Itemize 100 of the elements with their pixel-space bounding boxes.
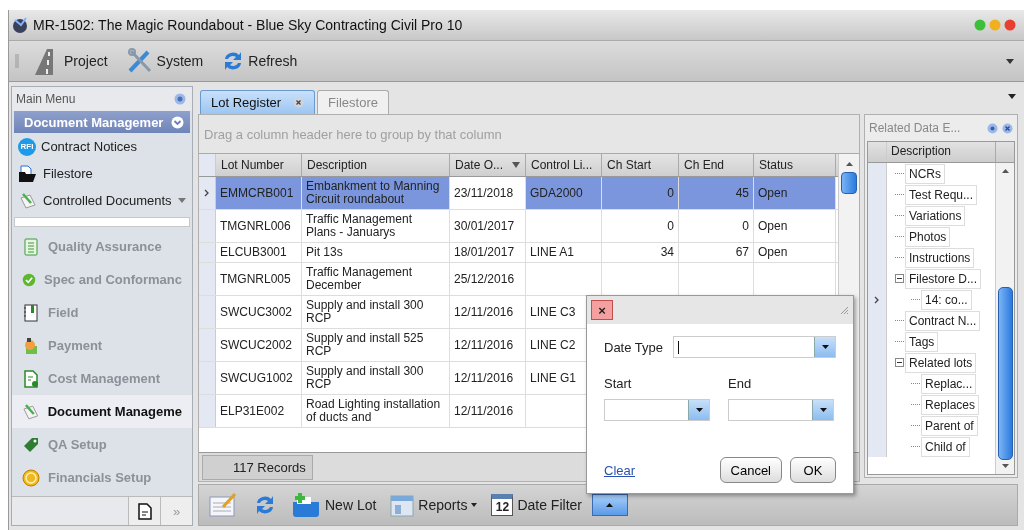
row-indicator[interactable] <box>199 329 216 361</box>
tree-item[interactable]: Tags <box>905 331 939 352</box>
row-indicator[interactable] <box>199 296 216 328</box>
tree-item[interactable]: Contract N... <box>905 310 981 331</box>
pin-icon[interactable] <box>987 122 998 134</box>
table-cell: Open <box>754 177 836 209</box>
column-header[interactable]: Description <box>302 154 450 176</box>
row-indicator[interactable] <box>199 395 216 427</box>
table-cell: 0 <box>602 210 679 242</box>
tree-item[interactable]: Replac... <box>921 373 977 394</box>
resize-grip-icon[interactable] <box>839 305 849 315</box>
dialog-button[interactable]: OK <box>790 457 836 483</box>
row-indicator[interactable] <box>199 362 216 394</box>
scroll-thumb[interactable] <box>841 172 857 194</box>
tools-icon <box>125 47 154 75</box>
table-cell: 30/01/2017 <box>450 210 526 242</box>
table-row[interactable]: EMMCRB001 Embankment to Manning Circuit roundabout 23/11/2018 GDA2000 0 45 Open <box>199 177 838 210</box>
filter-toggle-button[interactable] <box>591 494 628 516</box>
column-header[interactable]: Status <box>754 154 836 176</box>
pin-icon[interactable] <box>174 93 186 105</box>
column-header[interactable]: Lot Number <box>216 154 302 176</box>
tree-item[interactable]: Parent of <box>921 415 978 436</box>
table-cell: Open <box>754 210 836 242</box>
toolbar-button[interactable]: Project <box>25 46 114 76</box>
row-indicator[interactable] <box>199 243 216 262</box>
close-icon[interactable] <box>1002 122 1013 134</box>
table-row[interactable]: TMGNRL006 Traffic Management Plans - Januarys 30/01/2017 0 0 Open <box>199 210 838 243</box>
scrollbar[interactable] <box>995 163 1014 474</box>
record-count: 117 Records <box>202 454 313 480</box>
current-row-icon <box>874 295 880 304</box>
collapse-icon[interactable] <box>895 358 904 367</box>
tree-item[interactable]: NCRs <box>905 163 945 184</box>
navigation-item[interactable]: Document Manageme <box>12 395 192 428</box>
tree-item[interactable]: Instructions <box>905 247 975 268</box>
table-cell: Traffic Management December <box>302 263 450 295</box>
tree-item[interactable]: Related lots <box>905 352 977 373</box>
scroll-up-icon[interactable] <box>1001 169 1009 173</box>
tree-item[interactable]: Filestore D... <box>905 268 981 289</box>
toolbar-button[interactable]: System <box>119 47 210 75</box>
dialog-button[interactable]: Cancel <box>719 457 782 483</box>
column-header[interactable]: Ch Start <box>602 154 679 176</box>
splitter-handle[interactable] <box>14 217 190 227</box>
tab-list-caret-icon[interactable] <box>1008 94 1016 99</box>
toolbar-button[interactable]: 12 Date Filter <box>487 494 586 516</box>
column-header[interactable]: Date O... <box>450 154 526 176</box>
caret-down-icon[interactable] <box>819 408 827 412</box>
scroll-thumb[interactable] <box>997 287 1013 460</box>
toolbar-button[interactable]: New Lot <box>287 492 381 518</box>
row-indicator[interactable] <box>868 436 887 457</box>
close-icon[interactable] <box>293 97 305 108</box>
table-cell: 34 <box>602 243 679 262</box>
table-cell: ELP31E002 <box>216 395 302 427</box>
table-cell: Traffic Management Plans - Januarys <box>302 210 450 242</box>
column-header[interactable]: Ch End <box>679 154 754 176</box>
scroll-down-icon[interactable] <box>1001 464 1009 468</box>
group-panel-hint: Drag a column header here to group by that column <box>204 126 502 142</box>
tree-item[interactable]: 14: co... <box>921 289 972 310</box>
dollar-document-icon <box>22 369 40 388</box>
pencil-document-icon <box>22 402 40 421</box>
toolbar-button[interactable]: Reports <box>386 493 482 517</box>
row-indicator[interactable] <box>199 177 216 209</box>
caret-down-icon[interactable] <box>695 408 703 412</box>
tree-item[interactable]: Test Requ... <box>905 184 978 205</box>
table-cell: 0 <box>679 210 754 242</box>
tree-item[interactable]: Child of <box>921 436 970 457</box>
document-button[interactable] <box>128 497 160 525</box>
report-window-icon <box>390 493 415 517</box>
maximize-button[interactable] <box>974 19 986 31</box>
field-label: Start <box>604 376 633 391</box>
tab[interactable]: Lot Register <box>200 90 316 114</box>
tree-item[interactable]: Variations <box>905 205 966 226</box>
menu-item[interactable]: Filestore <box>12 160 192 187</box>
coin-icon <box>22 468 40 487</box>
clear-link[interactable]: Clear <box>604 462 636 478</box>
tag-icon <box>22 435 40 454</box>
rfi-badge-icon: RFI <box>18 137 36 156</box>
toolbar-button[interactable]: Refresh <box>215 49 304 73</box>
row-indicator[interactable] <box>199 263 216 295</box>
caret-down-icon[interactable] <box>821 345 829 349</box>
menu-item[interactable]: Controlled Documents <box>12 187 192 214</box>
edit-form-icon <box>209 492 239 518</box>
table-cell: 12/11/2016 <box>450 296 526 328</box>
table-row[interactable]: ELCUB3001 Pit 13s 18/01/2017 LINE A1 34 67 Open <box>199 243 838 263</box>
column-header[interactable]: Control Li... <box>526 154 602 176</box>
minimize-button[interactable] <box>989 19 1001 31</box>
table-cell: TMGNRL005 <box>216 263 302 295</box>
row-indicator[interactable] <box>868 163 887 184</box>
start-date-dropdown[interactable] <box>604 399 710 421</box>
tree-item[interactable]: Replaces <box>921 394 980 415</box>
column-header[interactable]: Description <box>887 142 996 162</box>
calendar-icon: 12 <box>491 494 514 516</box>
toolbar-menu-caret-icon[interactable] <box>1006 58 1014 64</box>
table-cell: 25/12/2016 <box>450 263 526 295</box>
menu-item[interactable]: RFI Contract Notices <box>12 133 192 160</box>
close-button[interactable] <box>1004 19 1016 31</box>
tree-item[interactable]: Photos <box>905 226 951 247</box>
row-indicator[interactable] <box>199 210 216 242</box>
collapse-icon[interactable] <box>895 274 904 283</box>
close-button[interactable]: × <box>591 300 613 320</box>
scroll-up-icon[interactable] <box>845 162 853 166</box>
